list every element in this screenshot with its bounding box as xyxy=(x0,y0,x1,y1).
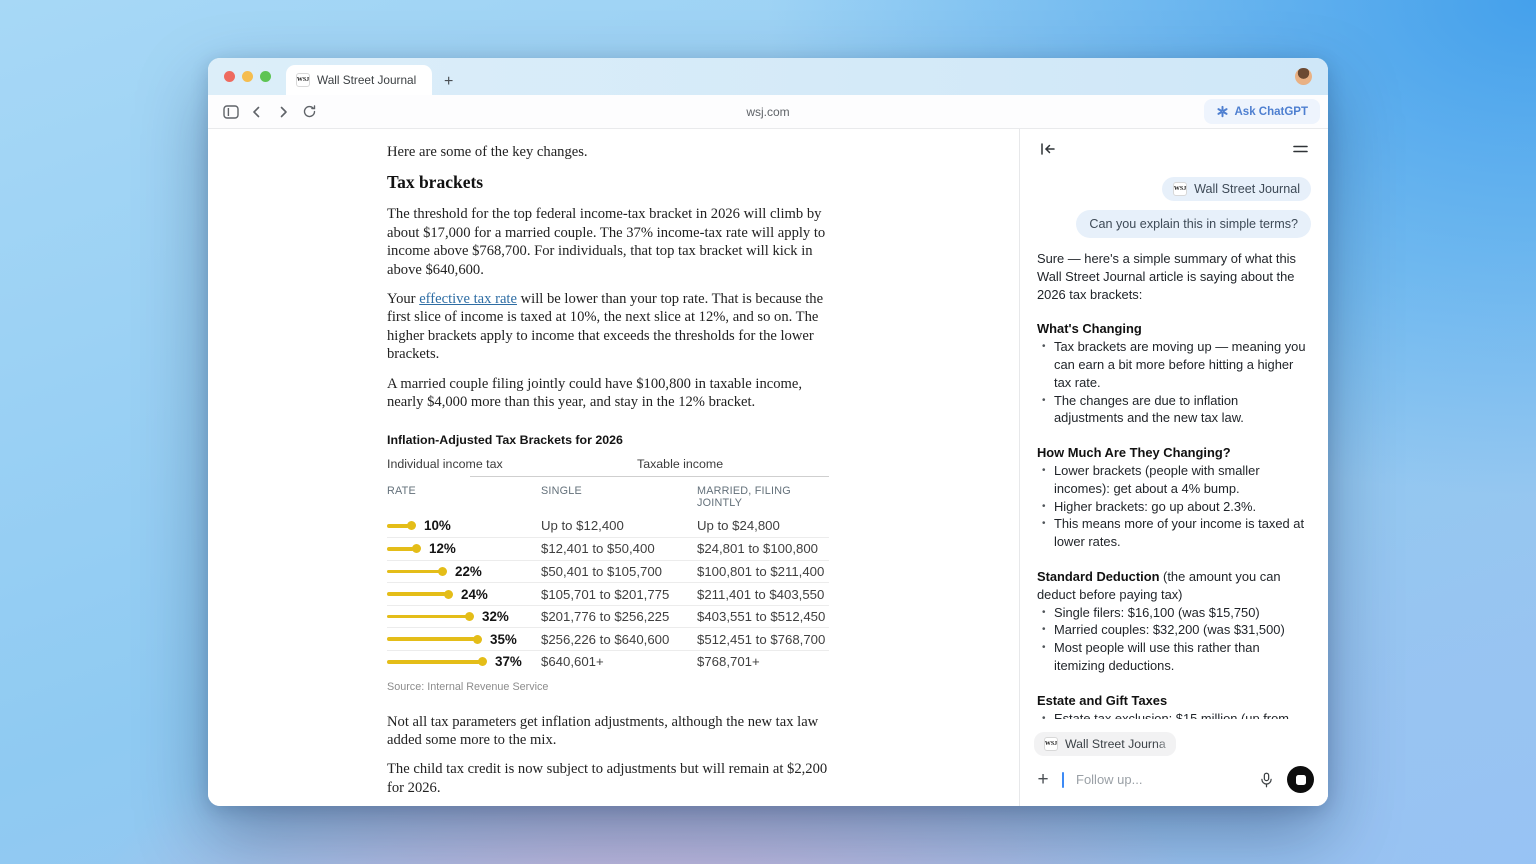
chatgpt-sidebar: WSJ Wall Street Journal Can you explain … xyxy=(1020,129,1328,806)
assistant-section: Standard Deduction (the amount you can d… xyxy=(1037,568,1311,675)
browser-window: WSJ Wall Street Journal + wsj.com xyxy=(208,58,1328,806)
wsj-favicon-icon: WSJ xyxy=(1173,182,1187,196)
back-button[interactable] xyxy=(244,99,270,125)
table-row: 12%$12,401 to $50,400$24,801 to $100,800 xyxy=(387,537,829,560)
profile-avatar[interactable] xyxy=(1295,68,1312,85)
table-row: 22%$50,401 to $105,700$100,801 to $211,4… xyxy=(387,560,829,583)
assistant-bullet: This means more of your income is taxed … xyxy=(1037,515,1311,551)
wsj-favicon-icon: WSJ xyxy=(1044,737,1058,751)
new-tab-button[interactable]: + xyxy=(444,74,453,90)
assistant-bullet: Estate tax exclusion: $15 million (up fr… xyxy=(1037,710,1311,719)
table-cell: $403,551 to $512,450 xyxy=(697,609,829,624)
table-cell: $768,701+ xyxy=(697,654,829,669)
toggle-sidebar-button[interactable] xyxy=(218,99,244,125)
table-cell: $105,701 to $201,775 xyxy=(541,587,697,602)
wsj-favicon-icon: WSJ xyxy=(296,73,310,87)
table-cell: Up to $12,400 xyxy=(541,518,697,533)
zoom-window-button[interactable] xyxy=(260,71,271,82)
chart-group-headers: Individual income tax Taxable income xyxy=(387,457,829,479)
article-paragraph: The child tax credit is now subject to a… xyxy=(387,760,829,797)
assistant-bullet: The changes are due to inflation adjustm… xyxy=(1037,392,1311,428)
article-paragraph: Your effective tax rate will be lower th… xyxy=(387,290,829,364)
forward-button[interactable] xyxy=(270,99,296,125)
chatgpt-logo-icon xyxy=(1216,105,1229,118)
table-cell: 35% xyxy=(387,632,541,647)
assistant-bullet: Lower brackets (people with smaller inco… xyxy=(1037,462,1311,498)
table-row: 10%Up to $12,400Up to $24,800 xyxy=(387,514,829,537)
table-cell: $201,776 to $256,225 xyxy=(541,609,697,624)
sidebar-header xyxy=(1020,129,1328,169)
chat-thread: WSJ Wall Street Journal Can you explain … xyxy=(1020,169,1328,806)
assistant-bullet: Most people will use this rather than it… xyxy=(1037,639,1311,675)
table-cell: $512,451 to $768,700 xyxy=(697,632,829,647)
chart-rows: 10%Up to $12,400Up to $24,80012%$12,401 … xyxy=(387,514,829,672)
assistant-bullet: Higher brackets: go up about 2.3%. xyxy=(1037,498,1311,516)
table-cell: $12,401 to $50,400 xyxy=(541,541,697,556)
assistant-bullet: Single filers: $16,100 (was $15,750) xyxy=(1037,604,1311,622)
close-window-button[interactable] xyxy=(224,71,235,82)
article-heading-tax-brackets: Tax brackets xyxy=(387,172,829,193)
table-row: 35%$256,226 to $640,600$512,451 to $768,… xyxy=(387,627,829,650)
table-row: 24%$105,701 to $201,775$211,401 to $403,… xyxy=(387,582,829,605)
table-cell: $24,801 to $100,800 xyxy=(697,541,829,556)
address-bar-url[interactable]: wsj.com xyxy=(208,105,1328,119)
assistant-section: Estate and Gift TaxesEstate tax exclusio… xyxy=(1037,692,1311,719)
minimize-window-button[interactable] xyxy=(242,71,253,82)
article-paragraph: A married couple filing jointly could ha… xyxy=(387,375,829,412)
followup-input[interactable]: Follow up... xyxy=(1076,772,1245,787)
assistant-message: Sure — here's a simple summary of what t… xyxy=(1037,250,1311,719)
article-paragraph: Here are some of the key changes. xyxy=(387,143,829,161)
text-cursor xyxy=(1062,772,1064,788)
table-cell: 37% xyxy=(387,654,541,669)
tab-title: Wall Street Journal xyxy=(317,73,416,87)
composer: WSJ Wall Street Journa + Follow up... xyxy=(1020,723,1328,806)
article-paragraph: The threshold for the top federal income… xyxy=(387,205,829,279)
table-cell: Up to $24,800 xyxy=(697,518,829,533)
tab-strip: WSJ Wall Street Journal + xyxy=(208,58,1328,95)
table-cell: 32% xyxy=(387,609,541,624)
table-cell: $100,801 to $211,400 xyxy=(697,564,829,579)
table-cell: $256,226 to $640,600 xyxy=(541,632,697,647)
sidebar-menu-icon[interactable] xyxy=(1289,138,1311,160)
voice-stop-button[interactable] xyxy=(1287,766,1314,793)
table-cell: $211,401 to $403,550 xyxy=(697,587,829,602)
assistant-bullet: Married couples: $32,200 (was $31,500) xyxy=(1037,621,1311,639)
chart-title: Inflation-Adjusted Tax Brackets for 2026 xyxy=(387,433,829,447)
tax-brackets-chart: Inflation-Adjusted Tax Brackets for 2026… xyxy=(387,433,829,692)
tab-wall-street-journal[interactable]: WSJ Wall Street Journal xyxy=(286,65,432,95)
assistant-section: How Much Are They Changing?Lower bracket… xyxy=(1037,444,1311,551)
chart-column-headers: RATE SINGLE MARRIED, FILING JOINTLY xyxy=(387,479,829,514)
article-pane: Here are some of the key changes. Tax br… xyxy=(208,129,1019,806)
table-cell: $50,401 to $105,700 xyxy=(541,564,697,579)
user-context-chip[interactable]: WSJ Wall Street Journal xyxy=(1162,177,1311,201)
chart-source: Source: Internal Revenue Service xyxy=(387,681,829,693)
window-controls xyxy=(224,71,271,82)
effective-tax-rate-link[interactable]: effective tax rate xyxy=(419,291,517,307)
table-cell: 24% xyxy=(387,587,541,602)
assistant-section: What's ChangingTax brackets are moving u… xyxy=(1037,320,1311,427)
reload-button[interactable] xyxy=(296,99,322,125)
table-row: 37%$640,601+$768,701+ xyxy=(387,650,829,673)
composer-context-chip[interactable]: WSJ Wall Street Journa xyxy=(1034,732,1176,756)
assistant-bullet: Tax brackets are moving up — meaning you… xyxy=(1037,338,1311,391)
microphone-icon[interactable] xyxy=(1255,769,1277,791)
collapse-sidebar-icon[interactable] xyxy=(1037,138,1059,160)
table-cell: 22% xyxy=(387,564,541,579)
table-row: 32%$201,776 to $256,225$403,551 to $512,… xyxy=(387,605,829,628)
browser-toolbar: wsj.com Ask ChatGPT xyxy=(208,95,1328,129)
table-cell: 10% xyxy=(387,518,541,533)
table-cell: $640,601+ xyxy=(541,654,697,669)
article-paragraph: Not all tax parameters get inflation adj… xyxy=(387,713,829,750)
table-cell: 12% xyxy=(387,541,541,556)
attach-button[interactable]: + xyxy=(1034,770,1052,789)
ask-chatgpt-button[interactable]: Ask ChatGPT xyxy=(1204,99,1321,124)
user-message-bubble: Can you explain this in simple terms? xyxy=(1076,210,1311,238)
